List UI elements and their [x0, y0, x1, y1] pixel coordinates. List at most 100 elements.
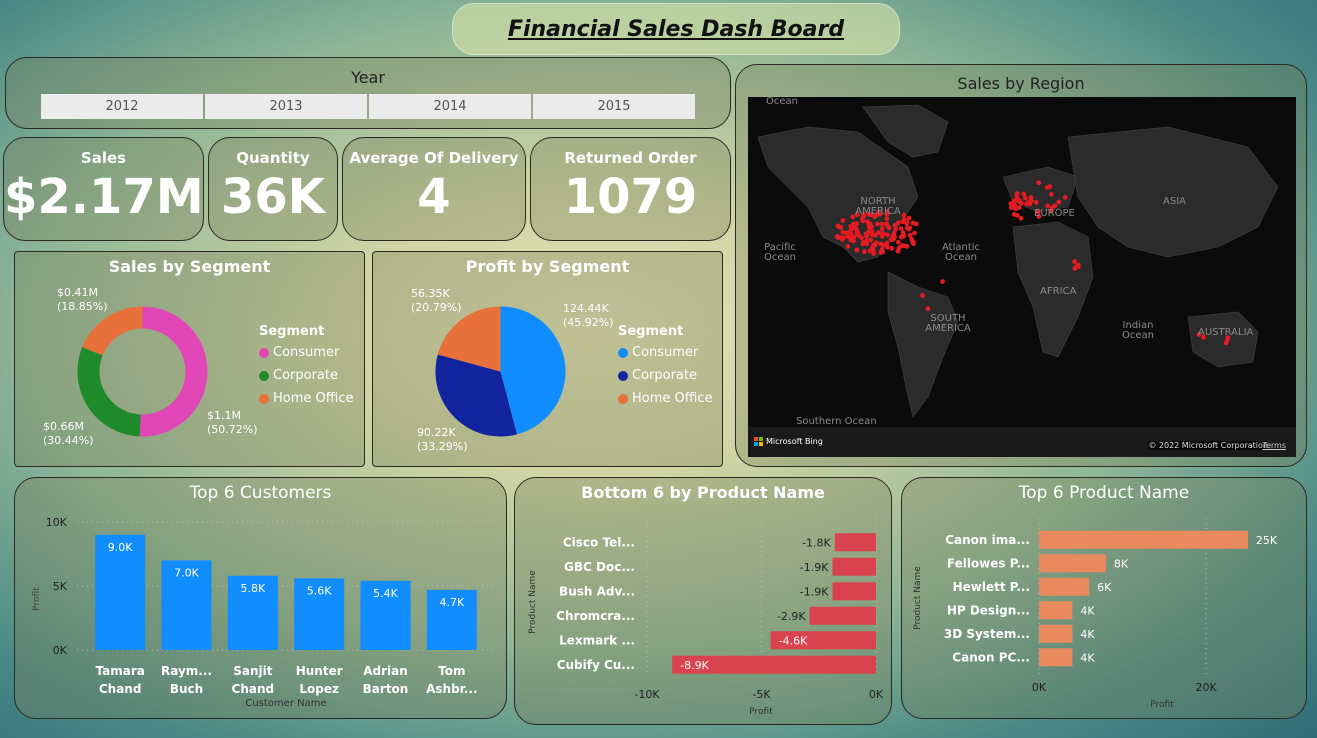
map-marker[interactable]: [940, 279, 945, 285]
map-marker[interactable]: [889, 245, 895, 251]
map-marker[interactable]: [1016, 205, 1022, 210]
map-marker[interactable]: [907, 225, 913, 231]
sales-segment-donut[interactable]: [75, 304, 210, 439]
map-marker[interactable]: [1049, 192, 1054, 197]
map-marker[interactable]: [1011, 212, 1017, 217]
kpi-card-sales[interactable]: Sales $2.17M: [3, 137, 204, 241]
sales-by-region-card[interactable]: Sales by Region Ocean NORTH AMERICA EURO…: [735, 64, 1307, 467]
bar-cisco-tel[interactable]: [834, 533, 876, 552]
map-marker[interactable]: [925, 306, 931, 312]
map-marker[interactable]: [840, 229, 846, 235]
year-button-2015[interactable]: 2015: [533, 94, 695, 119]
legend-item-consumer[interactable]: Consumer: [259, 345, 353, 360]
map-marker[interactable]: [885, 244, 890, 250]
map-marker[interactable]: [879, 226, 885, 232]
map-marker[interactable]: [867, 221, 873, 227]
legend-item-corporate[interactable]: Corporate: [618, 368, 712, 383]
map-marker[interactable]: [1018, 215, 1024, 221]
bottom-products-card[interactable]: Bottom 6 by Product Name Product Name -1…: [514, 477, 892, 725]
kpi-card-quantity[interactable]: Quantity 36K: [208, 137, 338, 241]
legend-item-home-office[interactable]: Home Office: [259, 391, 353, 406]
map-marker[interactable]: [910, 220, 916, 226]
map-marker[interactable]: [835, 223, 841, 229]
map-marker[interactable]: [854, 226, 859, 232]
map-marker[interactable]: [1028, 195, 1034, 201]
map-marker[interactable]: [898, 226, 904, 231]
map-marker[interactable]: [854, 247, 860, 253]
map-marker[interactable]: [901, 232, 906, 238]
legend-item-consumer[interactable]: Consumer: [618, 345, 712, 360]
map-marker[interactable]: [904, 221, 910, 227]
legend-item-corporate[interactable]: Corporate: [259, 368, 353, 383]
bar-canon-pc[interactable]: [1039, 648, 1073, 667]
top-customers-chart[interactable]: Profit 0K 5K 10K 9.0K Tamara Chand 7.0K Raym..…: [15, 478, 508, 720]
map-marker[interactable]: [860, 218, 866, 224]
map-marker[interactable]: [900, 219, 906, 225]
map-marker[interactable]: [896, 220, 901, 226]
bar-3d-system[interactable]: [1039, 624, 1073, 643]
map-marker[interactable]: [1056, 199, 1062, 205]
map-marker[interactable]: [869, 232, 875, 237]
map-marker[interactable]: [854, 221, 859, 227]
map-marker[interactable]: [871, 250, 877, 256]
map-marker[interactable]: [851, 234, 857, 240]
map-marker[interactable]: [840, 218, 846, 224]
map-marker[interactable]: [864, 231, 870, 237]
map-marker[interactable]: [870, 246, 876, 252]
map-marker[interactable]: [845, 234, 851, 239]
map-marker[interactable]: [1011, 198, 1017, 204]
map-marker[interactable]: [863, 240, 869, 246]
map-marker[interactable]: [895, 239, 901, 245]
map-marker[interactable]: [1075, 264, 1081, 269]
map-marker[interactable]: [880, 231, 886, 236]
year-button-2014[interactable]: 2014: [369, 94, 531, 119]
map-marker[interactable]: [920, 293, 925, 298]
map-terms-link[interactable]: Terms: [1262, 441, 1286, 450]
bar-chromcra[interactable]: [809, 606, 876, 625]
pie-slice-consumer[interactable]: [139, 306, 208, 437]
map-marker[interactable]: [879, 246, 885, 252]
year-button-2013[interactable]: 2013: [205, 94, 367, 119]
bottom-products-chart[interactable]: Product Name -10K -5K 0K -1.8K Cisco Tel...…: [515, 478, 893, 726]
map-marker[interactable]: [1014, 191, 1020, 196]
map-marker[interactable]: [1036, 180, 1042, 186]
map-marker[interactable]: [892, 234, 897, 240]
map-marker[interactable]: [841, 235, 846, 241]
map-marker[interactable]: [1033, 199, 1039, 205]
map-marker[interactable]: [851, 238, 856, 244]
top-customers-card[interactable]: Top 6 Customers Profit 0K 5K 10K 9.0K Tamar…: [14, 477, 507, 719]
kpi-card-returned-order[interactable]: Returned Order 1079: [530, 137, 731, 241]
bar-hp-design[interactable]: [1039, 601, 1073, 620]
map-marker[interactable]: [847, 229, 853, 235]
map-marker[interactable]: [1011, 202, 1017, 208]
legend-item-home-office[interactable]: Home Office: [618, 391, 712, 406]
bar-fellowes-p[interactable]: [1039, 554, 1106, 573]
bar-gbc-doc[interactable]: [832, 557, 876, 576]
map-marker[interactable]: [859, 235, 864, 241]
kpi-card-avg-delivery[interactable]: Average Of Delivery 4: [342, 137, 526, 241]
bar-canon-ima[interactable]: [1039, 530, 1248, 549]
map-marker[interactable]: [884, 221, 889, 227]
map-marker[interactable]: [834, 234, 840, 239]
top-products-card[interactable]: Top 6 Product Name Product Name 0K 20K 25…: [901, 477, 1307, 719]
profit-by-segment-card[interactable]: Profit by Segment 56.35K (20.79%) 124.44…: [372, 251, 723, 467]
top-products-chart[interactable]: Product Name 0K 20K 25K Canon ima... 8K Fell…: [902, 478, 1308, 720]
map-marker[interactable]: [874, 221, 880, 227]
map-marker[interactable]: [1026, 199, 1032, 205]
map-marker[interactable]: [899, 243, 905, 249]
map-marker[interactable]: [868, 237, 874, 243]
map-marker[interactable]: [878, 241, 884, 247]
profit-segment-pie[interactable]: [433, 304, 568, 439]
map-marker[interactable]: [845, 244, 851, 249]
world-map[interactable]: Ocean NORTH AMERICA EUROPE ASIA Pacific …: [748, 97, 1296, 457]
bar-hewlett-p[interactable]: [1039, 577, 1090, 596]
map-marker[interactable]: [886, 225, 892, 231]
sales-by-segment-card[interactable]: Sales by Segment $0.41M (18.85%) $1.1M (…: [14, 251, 365, 467]
map-marker[interactable]: [909, 236, 914, 242]
map-marker[interactable]: [885, 232, 890, 238]
map-marker[interactable]: [861, 249, 867, 255]
map-marker[interactable]: [1072, 259, 1078, 265]
map-marker[interactable]: [1062, 195, 1068, 200]
map-marker[interactable]: [1022, 195, 1028, 201]
bar-bush-adv[interactable]: [832, 582, 876, 601]
